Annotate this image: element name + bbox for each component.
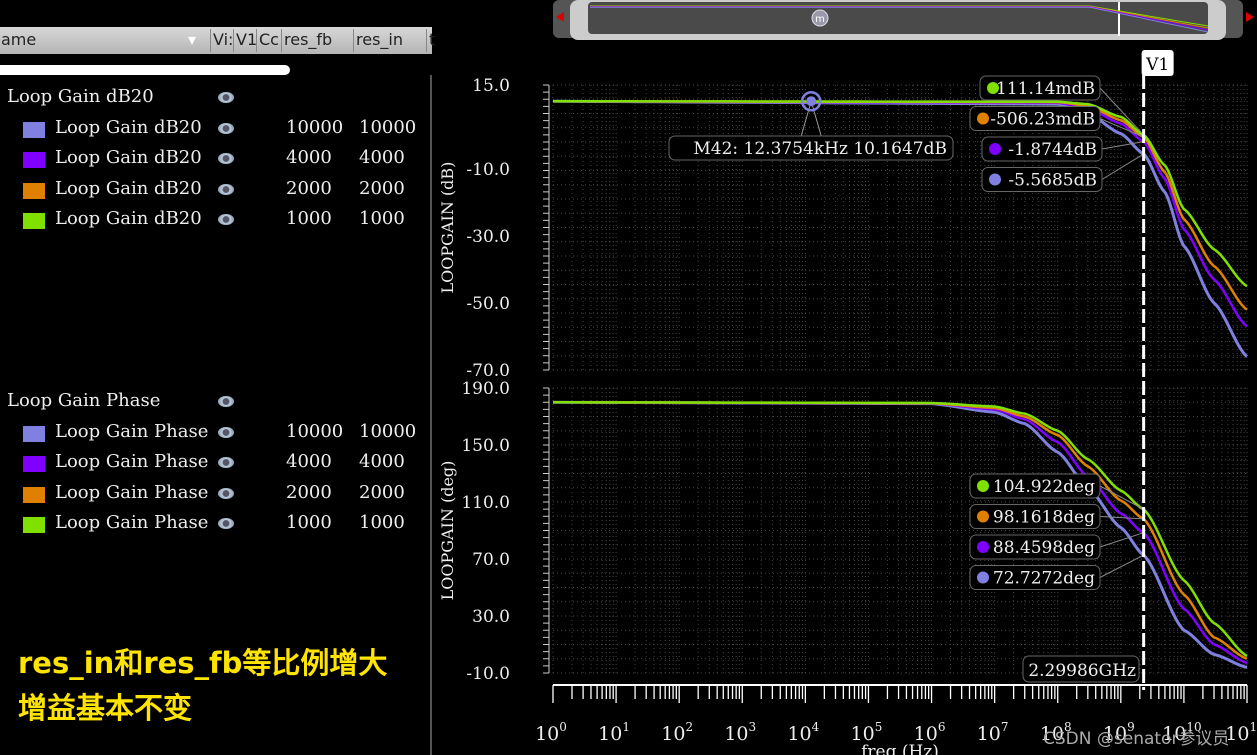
series-dot xyxy=(977,480,989,492)
cursor-value: 88.4598deg xyxy=(993,538,1095,558)
cursor-value: 72.7272deg xyxy=(993,569,1095,589)
series-dot xyxy=(989,173,1001,186)
x-tick-label: 107 xyxy=(977,720,1009,745)
waveform-plot[interactable]: m15.0-10.0-30.0-50.0-70.0LOOPGAIN (dB)11… xyxy=(0,0,1257,755)
x-tick-exponent: 7 xyxy=(1001,720,1009,734)
x-tick-exponent: 4 xyxy=(812,720,820,734)
y-tick-label: 15.0 xyxy=(472,76,510,96)
y-tick-label: -50.0 xyxy=(466,294,510,314)
x-tick-label: 1011 xyxy=(1225,720,1257,745)
x-axis-title: freq (Hz) xyxy=(861,742,939,755)
x-tick-exponent: 11 xyxy=(1249,720,1257,734)
y-tick-label: 190.0 xyxy=(461,379,510,399)
series-dot xyxy=(977,112,989,125)
cursor-value: -506.23mdB xyxy=(990,110,1095,130)
x-tick-label: 101 xyxy=(598,720,630,745)
y-tick-label: 30.0 xyxy=(472,607,510,627)
marker-m42 xyxy=(806,96,817,107)
x-tick-exponent: 1 xyxy=(622,720,630,734)
x-tick-label: 103 xyxy=(724,720,756,745)
marker-m-glyph: m xyxy=(815,14,825,25)
cursor-value: 111.14mdB xyxy=(996,79,1095,99)
y-axis-title: LOOPGAIN (dB) xyxy=(438,162,457,294)
x-tick-label: 104 xyxy=(787,720,819,745)
plot-panel-1: 190.0 150.0 110.0 70.0 30.0 -10.0 LOOPGAIN (de… xyxy=(438,379,1248,684)
x-tick-exponent: 5 xyxy=(875,720,883,734)
cursor-leader xyxy=(1099,554,1144,578)
cursor-value: 98.1618deg xyxy=(993,508,1095,528)
plot-panel-0: 15.0 -10.0 -30.0 -50.0 -70.0 LOOPGAIN (dB) 111… xyxy=(438,75,1249,381)
x-tick-exponent: 6 xyxy=(938,720,946,734)
y-tick-label: -10.0 xyxy=(466,664,510,684)
y-axis-title: LOOPGAIN (deg) xyxy=(438,461,457,601)
x-tick-label: 100 xyxy=(535,720,567,745)
y-tick-label: -70.0 xyxy=(466,361,510,381)
cursor-freq-label: 2.29986GHz xyxy=(1028,661,1136,681)
scroll-right-icon[interactable] xyxy=(1246,12,1254,22)
y-tick-label: 70.0 xyxy=(472,550,510,570)
cursor-v1-name: V1 xyxy=(1145,55,1169,75)
cursor-leader xyxy=(1101,153,1144,180)
series-dot xyxy=(989,143,1001,155)
cursor-leader xyxy=(1099,516,1144,520)
watermark: CSDN @senator参议员 xyxy=(1043,729,1230,749)
y-tick-label: -30.0 xyxy=(466,227,510,247)
series-dot xyxy=(977,510,989,523)
marker-label: M42: 12.3754kHz 10.1647dB xyxy=(693,139,947,159)
cursor-value: -1.8744dB xyxy=(1008,140,1097,160)
cursor-value: -5.5685dB xyxy=(1008,171,1097,191)
cursor-value: 104.922deg xyxy=(993,477,1095,497)
y-tick-label: 110.0 xyxy=(461,493,510,513)
y-tick-label: 150.0 xyxy=(461,436,510,456)
x-tick-exponent: 3 xyxy=(749,720,757,734)
series-dot xyxy=(977,571,989,584)
series-dot xyxy=(977,541,989,553)
x-tick-exponent: 0 xyxy=(559,720,567,734)
x-tick-exponent: 2 xyxy=(685,720,693,734)
x-tick-label: 102 xyxy=(661,720,693,745)
y-tick-label: -10.0 xyxy=(466,160,510,180)
